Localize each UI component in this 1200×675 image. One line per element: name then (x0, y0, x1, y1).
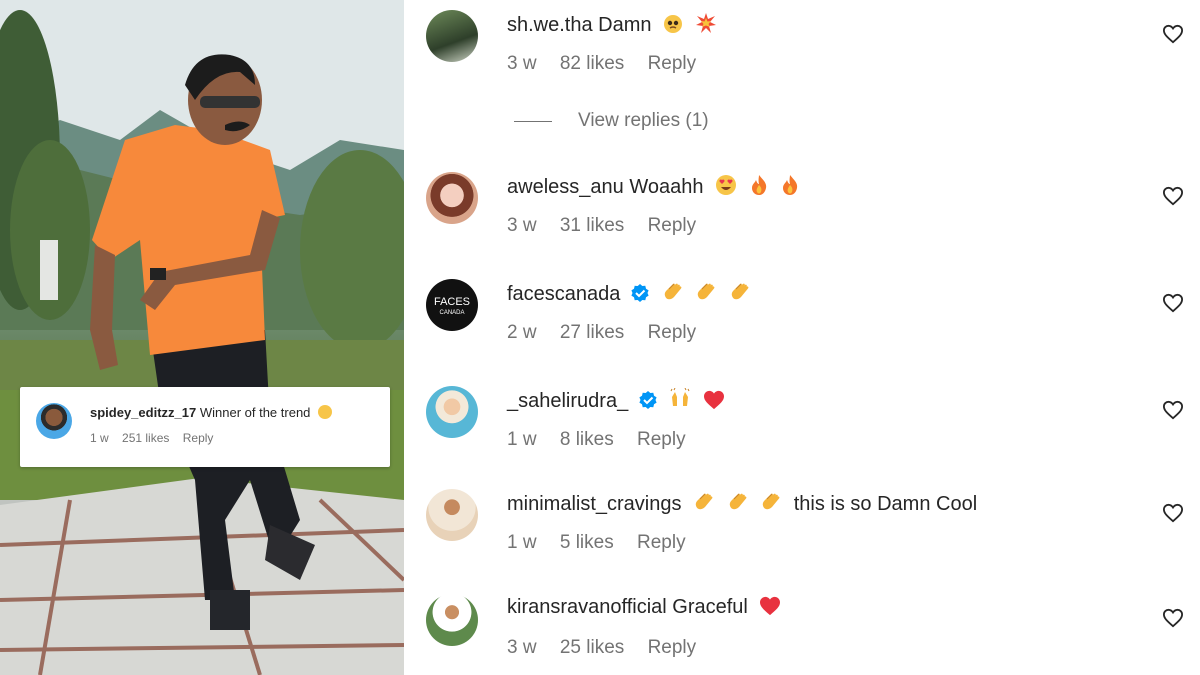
username-link[interactable]: minimalist_cravings (507, 493, 682, 515)
comment-meta: 1 w 5 likes Reply (507, 532, 704, 554)
reply-button[interactable]: Reply (637, 429, 686, 450)
comment-likes[interactable]: 31 likes (560, 215, 624, 236)
avatar-logo-line-1: FACES (434, 296, 470, 308)
heart-outline-icon[interactable] (1162, 186, 1184, 206)
overlay-comment-text: Winner of the trend (199, 405, 311, 420)
clap-emoji-icon (695, 493, 713, 510)
reply-button[interactable]: Reply (648, 637, 697, 658)
comment-meta: 3 w 31 likes Reply (507, 215, 714, 237)
user-avatar[interactable] (426, 594, 478, 646)
reply-button[interactable]: Reply (637, 532, 686, 553)
overlay-comment-meta: 1 w 251 likes Reply (90, 431, 223, 445)
username-link[interactable]: sh.we.tha (507, 14, 593, 36)
comment-likes[interactable]: 5 likes (560, 532, 614, 553)
heart-outline-icon[interactable] (1162, 293, 1184, 313)
user-avatar[interactable] (426, 172, 478, 224)
user-avatar[interactable] (426, 386, 478, 438)
comment-line: aweless_anu Woaahh (507, 174, 800, 199)
pleading-face-emoji-icon (664, 15, 683, 33)
verified-badge-icon (639, 391, 657, 409)
comment-time: 1 w (507, 532, 537, 553)
reply-to-comment-card: spidey_editzz_17 Winner of the trend 1 w… (20, 387, 390, 467)
comment-line: sh.we.tha Damn (507, 12, 717, 37)
comment-likes[interactable]: 82 likes (560, 53, 624, 74)
comment-item: FACES CANADA facescanada 2 w 27 likes Re… (404, 269, 1200, 359)
clap-emoji-icon (664, 283, 681, 300)
comment-meta: 3 w 82 likes Reply (507, 53, 714, 75)
overlay-user-avatar (36, 403, 72, 439)
reel-video[interactable]: spidey_editzz_17 Winner of the trend 1 w… (0, 0, 404, 675)
clap-emoji-icon (731, 283, 749, 300)
avatar-logo-line-2: CANADA (439, 310, 464, 316)
comment-time: 3 w (507, 215, 537, 236)
overlay-reply: Reply (182, 431, 214, 445)
comment-line: _sahelirudra_ (507, 388, 725, 413)
overlay-likes: 251 likes (122, 431, 170, 445)
username-link[interactable]: facescanada (507, 283, 620, 305)
comment-text: Damn (598, 14, 652, 36)
overlay-comment-line: spidey_editzz_17 Winner of the trend (90, 405, 333, 420)
heart-outline-icon[interactable] (1162, 24, 1184, 44)
clap-emoji-icon (762, 493, 780, 510)
overlay-time: 1 w (90, 431, 109, 445)
fire-emoji-icon (751, 175, 766, 195)
comment-item: sh.we.tha Damn 3 w 82 likes Reply (404, 0, 1200, 90)
reply-button[interactable]: Reply (648, 53, 697, 74)
smiling-face-emoji-icon (318, 405, 333, 419)
comment-line: facescanada (507, 281, 751, 306)
comment-item: kiransravanofficial Graceful 3 w 25 like… (404, 584, 1200, 674)
verified-badge-icon (631, 284, 649, 302)
view-replies-label: View replies (1) (578, 110, 709, 131)
user-avatar[interactable]: FACES CANADA (426, 279, 478, 331)
username-link[interactable]: aweless_anu (507, 176, 624, 198)
collision-emoji-icon (695, 13, 716, 33)
comment-likes[interactable]: 27 likes (560, 322, 624, 343)
user-avatar[interactable] (426, 489, 478, 541)
comment-meta: 2 w 27 likes Reply (507, 322, 714, 344)
comment-likes[interactable]: 8 likes (560, 429, 614, 450)
video-frame (0, 0, 404, 675)
username-link[interactable]: kiransravanofficial (507, 596, 667, 618)
reply-button[interactable]: Reply (648, 322, 697, 343)
username-link[interactable]: _sahelirudra_ (507, 390, 628, 412)
comment-meta: 1 w 8 likes Reply (507, 429, 704, 451)
comment-line: minimalist_cravings this is so Damn Cool (507, 491, 977, 516)
overlay-username: spidey_editzz_17 (90, 405, 197, 420)
comment-time: 3 w (507, 53, 537, 74)
user-avatar[interactable] (426, 10, 478, 62)
comment-time: 3 w (507, 637, 537, 658)
heart-outline-icon[interactable] (1162, 608, 1184, 628)
comment-text: this is so Damn Cool (793, 493, 978, 515)
comment-item: _sahelirudra_ 1 w 8 likes Reply (404, 376, 1200, 466)
red-heart-emoji-icon (760, 596, 781, 616)
comment-item: aweless_anu Woaahh 3 w 31 likes Reply (404, 162, 1200, 252)
faces-canada-logo: FACES CANADA (434, 296, 470, 316)
view-replies-line (514, 121, 552, 122)
clap-emoji-icon (729, 493, 747, 510)
comment-time: 1 w (507, 429, 537, 450)
comment-likes[interactable]: 25 likes (560, 637, 624, 658)
red-heart-emoji-icon (703, 390, 724, 410)
comment-item: minimalist_cravings this is so Damn Cool… (404, 479, 1200, 569)
comment-line: kiransravanofficial Graceful (507, 596, 781, 619)
comment-text: Woaahh (629, 176, 704, 198)
heart-outline-icon[interactable] (1162, 400, 1184, 420)
comments-list: sh.we.tha Damn 3 w 82 likes Reply View r… (404, 0, 1200, 675)
reply-button[interactable]: Reply (648, 215, 697, 236)
fire-emoji-icon (783, 175, 798, 195)
comment-text: Graceful (672, 596, 748, 618)
comment-time: 2 w (507, 322, 537, 343)
comment-meta: 3 w 25 likes Reply (507, 637, 714, 659)
heart-outline-icon[interactable] (1162, 503, 1184, 523)
clap-emoji-icon (697, 283, 715, 300)
heart-eyes-emoji-icon (716, 175, 737, 195)
raised-hands-emoji-icon (670, 388, 690, 406)
